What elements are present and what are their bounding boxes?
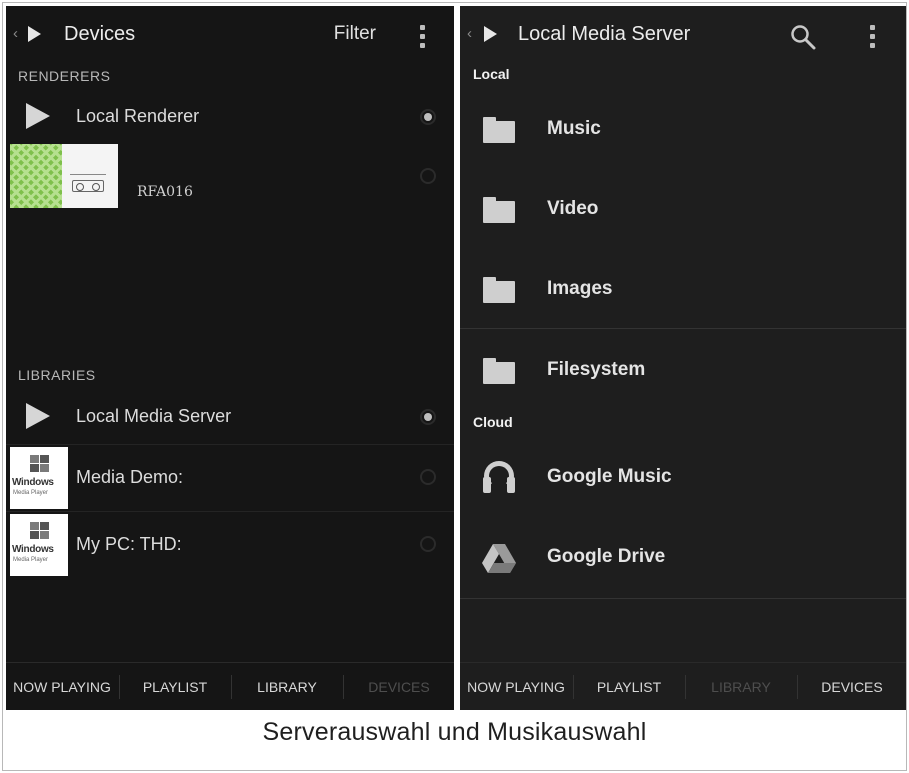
overflow-menu-icon[interactable] bbox=[870, 25, 876, 49]
figure-caption: Serverauswahl und Musikauswahl bbox=[262, 718, 647, 746]
back-chevron-icon[interactable]: ‹ bbox=[467, 25, 472, 42]
library-label: My PC: THD: bbox=[76, 534, 182, 554]
list-item-label: Video bbox=[547, 198, 599, 219]
section-header-libraries: LIBRARIES bbox=[18, 367, 96, 383]
media-server-screen: ‹ Local Media Server Local Music Video I… bbox=[460, 6, 906, 710]
list-item-label: Google Music bbox=[547, 466, 672, 487]
page-title: Local Media Server bbox=[518, 23, 691, 45]
headphones-icon bbox=[482, 461, 516, 493]
radio-icon[interactable] bbox=[420, 469, 436, 485]
renderer-label: Local Renderer bbox=[76, 106, 200, 126]
windows-media-player-icon: Windows Media Player bbox=[10, 514, 68, 576]
library-label: Local Media Server bbox=[76, 406, 232, 426]
folder-icon bbox=[483, 277, 515, 303]
action-bar: ‹ Local Media Server bbox=[460, 6, 906, 62]
list-item-google-drive[interactable]: Google Drive bbox=[460, 520, 906, 598]
list-item-label: Music bbox=[547, 118, 601, 139]
play-icon bbox=[26, 403, 50, 429]
back-chevron-icon[interactable]: ‹ bbox=[13, 25, 18, 42]
action-bar: ‹ Devices Filter bbox=[6, 6, 454, 62]
list-item-filesystem[interactable]: Filesystem bbox=[460, 331, 906, 409]
renderer-label: RFA016 bbox=[137, 184, 193, 200]
section-header-renderers: RENDERERS bbox=[18, 68, 111, 84]
divider bbox=[460, 598, 906, 599]
list-item-music[interactable]: Music bbox=[460, 90, 906, 170]
app-play-icon[interactable] bbox=[484, 26, 497, 42]
tab-now-playing[interactable]: NOW PLAYING bbox=[6, 663, 118, 710]
tab-devices[interactable]: DEVICES bbox=[344, 663, 454, 710]
filter-button[interactable]: Filter bbox=[334, 23, 376, 45]
play-icon bbox=[26, 103, 50, 129]
page-title: Devices bbox=[64, 23, 136, 45]
list-item-label: Google Drive bbox=[547, 546, 666, 567]
tab-devices[interactable]: DEVICES bbox=[798, 663, 906, 710]
tab-library[interactable]: LIBRARY bbox=[232, 663, 342, 710]
library-item-local-media-server[interactable]: Local Media Server bbox=[6, 390, 454, 444]
divider bbox=[460, 328, 906, 329]
radio-icon[interactable] bbox=[420, 536, 436, 552]
library-item-my-pc[interactable]: Windows Media Player My PC: THD: bbox=[6, 512, 454, 578]
devices-screen: ‹ Devices Filter RENDERERS Local Rendere… bbox=[6, 6, 454, 710]
folder-icon bbox=[483, 197, 515, 223]
list-item-google-music[interactable]: Google Music bbox=[460, 438, 906, 520]
tab-library[interactable]: LIBRARY bbox=[686, 663, 796, 710]
google-drive-icon bbox=[482, 544, 516, 573]
tab-playlist[interactable]: PLAYLIST bbox=[120, 663, 230, 710]
bottom-tab-bar: NOW PLAYING PLAYLIST LIBRARY DEVICES bbox=[460, 662, 906, 710]
library-label: Media Demo: bbox=[76, 467, 184, 487]
list-item-label: Images bbox=[547, 278, 613, 299]
search-icon[interactable] bbox=[790, 24, 816, 50]
renderer-item-local[interactable]: Local Renderer bbox=[6, 90, 454, 144]
bottom-tab-bar: NOW PLAYING PLAYLIST LIBRARY DEVICES bbox=[6, 662, 454, 710]
radio-selected-icon[interactable] bbox=[420, 109, 436, 125]
section-header-cloud: Cloud bbox=[473, 414, 513, 430]
app-play-icon[interactable] bbox=[28, 26, 41, 42]
list-item-label: Filesystem bbox=[547, 359, 646, 380]
radio-selected-icon[interactable] bbox=[420, 409, 436, 425]
section-header-local: Local bbox=[473, 66, 510, 82]
windows-media-player-icon: Windows Media Player bbox=[10, 447, 68, 509]
list-item-video[interactable]: Video bbox=[460, 170, 906, 250]
library-item-media-demo[interactable]: Windows Media Player Media Demo: bbox=[6, 445, 454, 511]
list-item-images[interactable]: Images bbox=[460, 250, 906, 328]
overflow-menu-icon[interactable] bbox=[420, 25, 426, 49]
radio-icon[interactable] bbox=[420, 168, 436, 184]
folder-icon bbox=[483, 358, 515, 384]
device-thumbnail bbox=[10, 144, 118, 208]
tab-playlist[interactable]: PLAYLIST bbox=[574, 663, 684, 710]
folder-icon bbox=[483, 117, 515, 143]
tab-now-playing[interactable]: NOW PLAYING bbox=[460, 663, 572, 710]
